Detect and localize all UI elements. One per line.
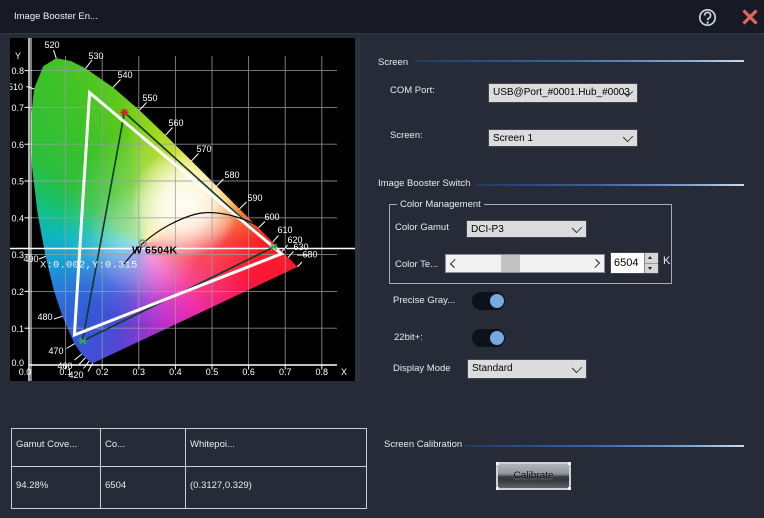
svg-text:6504K: 6504K <box>145 245 178 257</box>
svg-text:560: 560 <box>168 118 183 128</box>
svg-text:Y: Y <box>15 51 21 61</box>
svg-text:550: 550 <box>142 93 157 103</box>
svg-text:490: 490 <box>23 254 38 264</box>
svg-text:600: 600 <box>264 212 279 222</box>
svg-text:530: 530 <box>88 51 103 61</box>
svg-text:0.3: 0.3 <box>133 367 146 377</box>
svg-text:0.0: 0.0 <box>19 367 32 377</box>
svg-text:0.6: 0.6 <box>11 140 24 150</box>
svg-text:0.7: 0.7 <box>11 103 24 113</box>
svg-text:680: 680 <box>302 250 317 260</box>
svg-text:570: 570 <box>196 144 211 154</box>
svg-text:0.5: 0.5 <box>206 367 219 377</box>
svg-text:590: 590 <box>247 193 262 203</box>
svg-text:0.5: 0.5 <box>11 177 24 187</box>
svg-text:0.4: 0.4 <box>11 213 24 223</box>
svg-text:480: 480 <box>37 312 52 322</box>
svg-text:0.7: 0.7 <box>279 367 292 377</box>
svg-text:580: 580 <box>224 170 239 180</box>
svg-text:0.1: 0.1 <box>59 367 72 377</box>
svg-text:0.4: 0.4 <box>169 367 182 377</box>
svg-text:0.2: 0.2 <box>96 367 109 377</box>
svg-text:610: 610 <box>277 225 292 235</box>
svg-text:540: 540 <box>117 70 132 80</box>
svg-text:W: W <box>132 245 142 257</box>
svg-text:0.6: 0.6 <box>242 367 255 377</box>
svg-text:470: 470 <box>48 346 63 356</box>
svg-text:0.3: 0.3 <box>11 250 24 260</box>
svg-text:0.1: 0.1 <box>11 324 24 334</box>
svg-text:520: 520 <box>44 40 59 50</box>
svg-text:0.8: 0.8 <box>11 66 24 76</box>
svg-text:X: X <box>341 367 347 377</box>
svg-text:0.8: 0.8 <box>316 367 329 377</box>
svg-text:510: 510 <box>10 82 23 92</box>
svg-text:0.2: 0.2 <box>11 287 24 297</box>
svg-text:X:0.002,Y:0.315: X:0.002,Y:0.315 <box>40 260 138 272</box>
